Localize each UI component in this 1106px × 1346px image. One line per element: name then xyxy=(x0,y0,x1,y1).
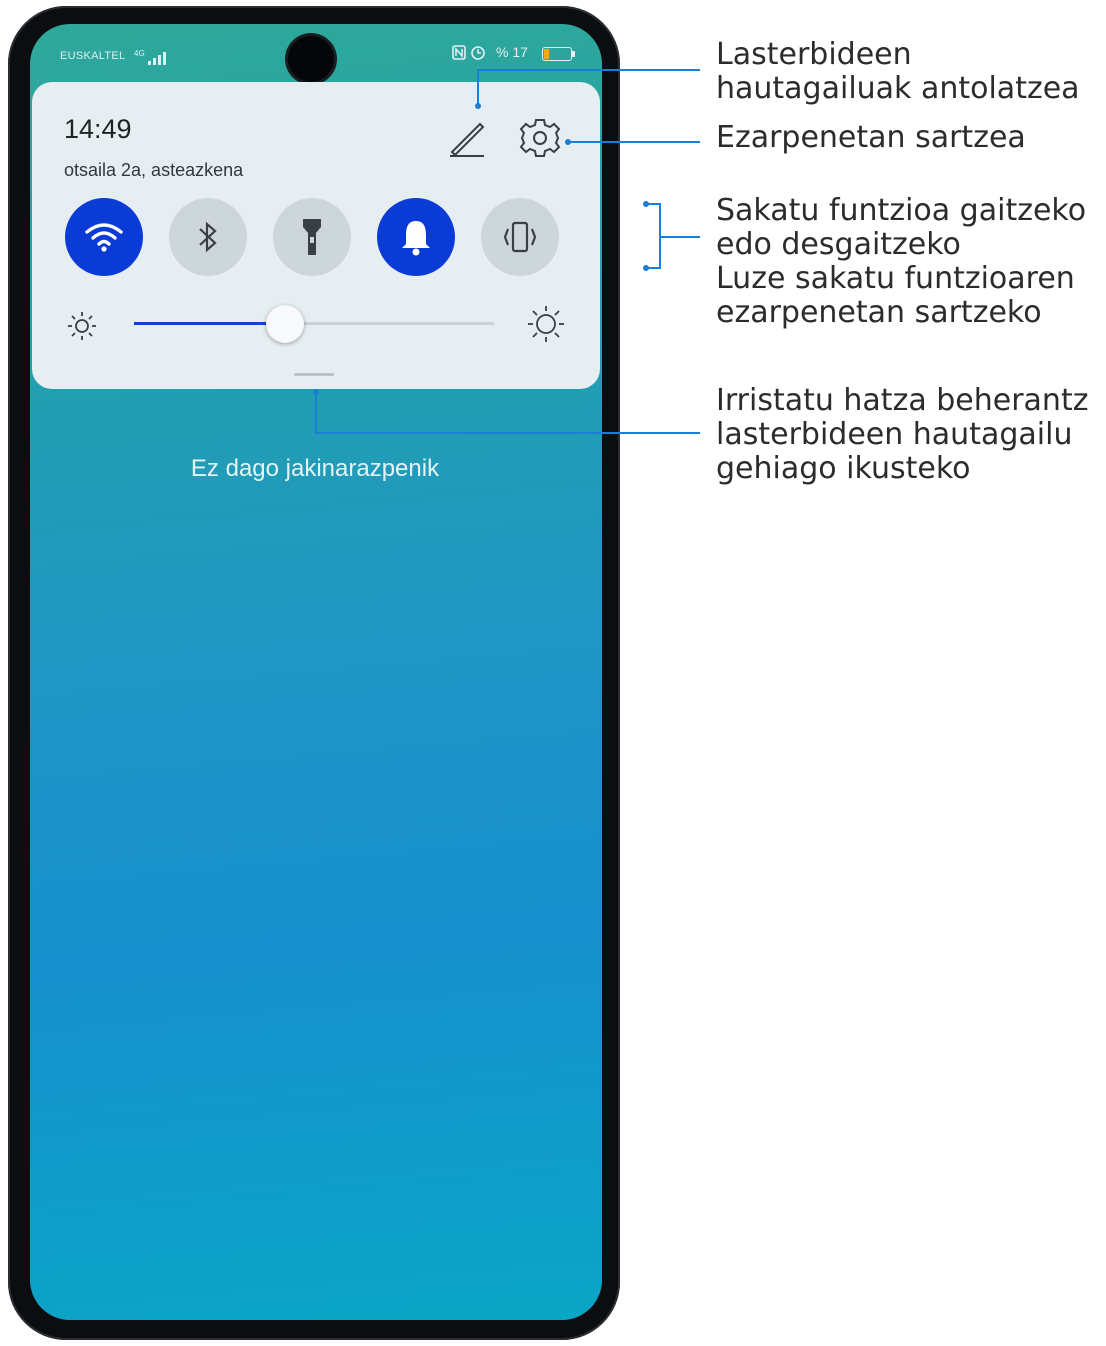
callout-edit-line1: Lasterbideen xyxy=(716,37,912,72)
callout-swipe-line1: Irristatu hatza beherantz xyxy=(716,383,1089,418)
callout-toggles-line2: edo desgaitzeko xyxy=(716,227,961,262)
callout-edit: Lasterbideen hautagailuak antolatzea xyxy=(716,38,1080,106)
callout-toggles: Sakatu funtzioa gaitzeko edo desgaitzeko… xyxy=(716,194,1086,330)
callout-toggles-line1: Sakatu funtzioa gaitzeko xyxy=(716,193,1087,228)
callout-toggles-line4: ezarpenetan sartzeko xyxy=(716,295,1042,330)
callout-swipe: Irristatu hatza beherantz lasterbideen h… xyxy=(716,384,1088,486)
callout-swipe-line2: lasterbideen hautagailu xyxy=(716,417,1073,452)
callout-swipe-line3: gehiago ikusteko xyxy=(716,451,971,486)
callout-toggles-line3: Luze sakatu funtzioaren xyxy=(716,261,1075,296)
callout-edit-line2: hautagailuak antolatzea xyxy=(716,71,1080,106)
callout-settings: Ezarpenetan sartzea xyxy=(716,120,1026,155)
